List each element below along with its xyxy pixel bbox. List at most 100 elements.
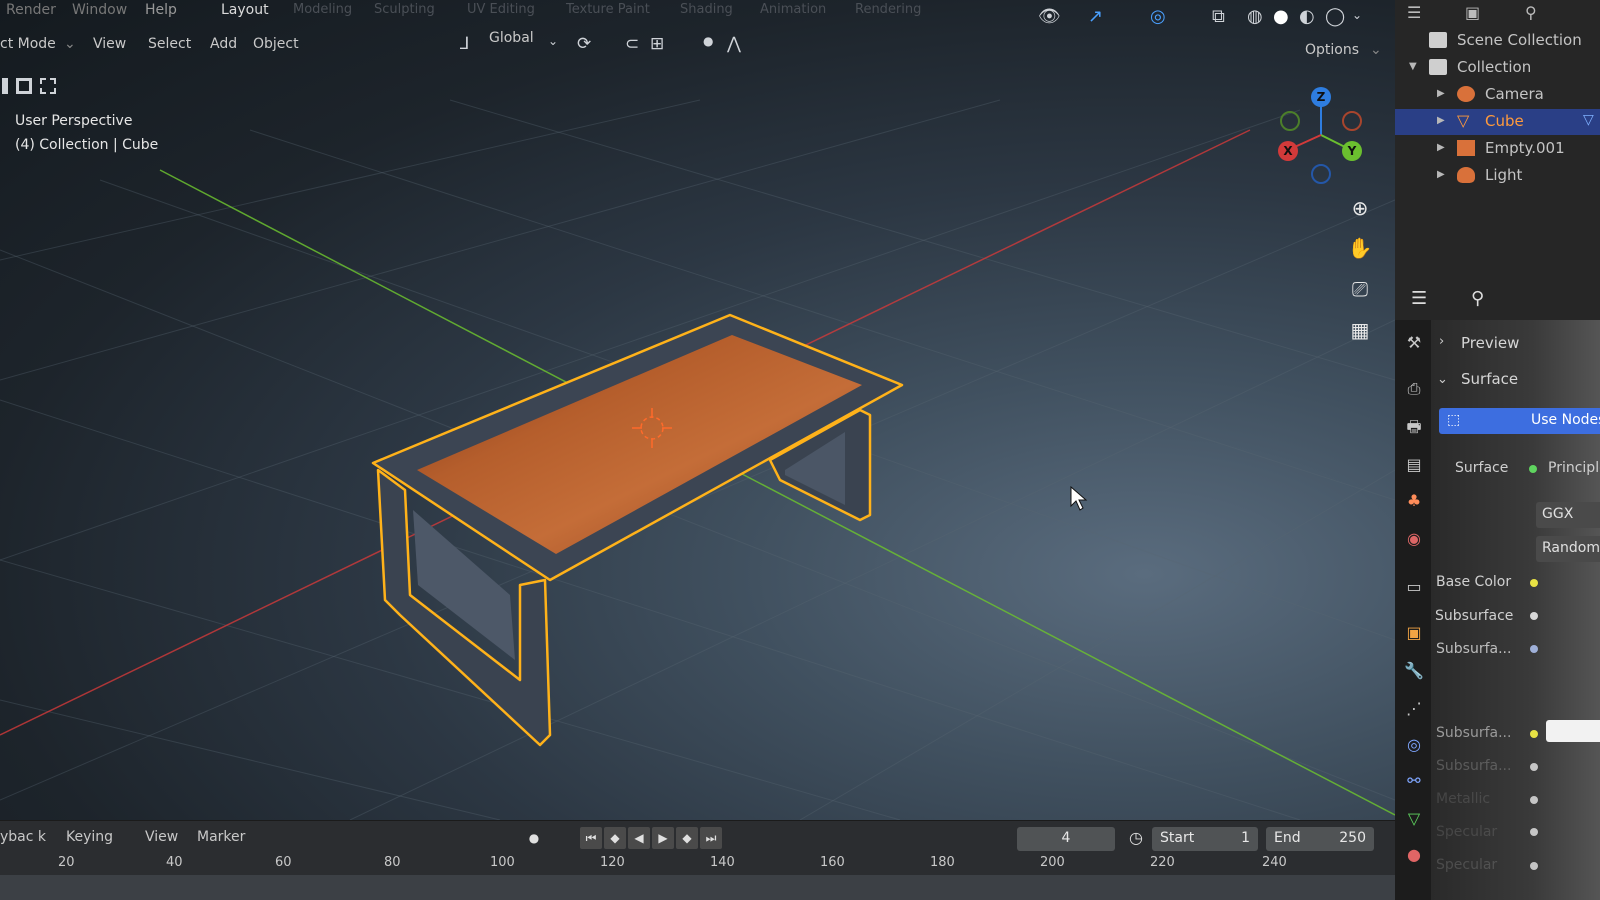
gizmo-toggle-icon[interactable]: ↗: [1088, 6, 1103, 27]
outliner-scene-collection[interactable]: Scene Collection: [1395, 28, 1600, 54]
snap-magnet-icon[interactable]: ⊂: [625, 34, 639, 54]
chevron-right-icon[interactable]: ›: [1439, 334, 1444, 349]
output-tab-icon[interactable]: 🖶: [1403, 416, 1425, 438]
expand-arrow-icon[interactable]: ▶: [1437, 142, 1445, 153]
view-layer-tab-icon[interactable]: ▤: [1403, 454, 1425, 476]
editor-type-icon[interactable]: ☰: [1407, 3, 1421, 22]
menu-object[interactable]: Object: [253, 36, 299, 52]
gizmo-z-axis[interactable]: Z: [1311, 87, 1331, 107]
start-frame-field[interactable]: Start 1: [1152, 827, 1258, 851]
prev-keyframe-icon[interactable]: ◆: [604, 827, 626, 849]
next-keyframe-icon[interactable]: ◆: [676, 827, 698, 849]
tab-texture-paint[interactable]: Texture Paint: [566, 2, 650, 17]
camera-view-icon[interactable]: ⎚: [1345, 274, 1375, 304]
tab-shading[interactable]: Shading: [680, 2, 733, 17]
overlay-toggle-icon[interactable]: ◎: [1150, 6, 1166, 27]
select-mode-buttons[interactable]: [2, 76, 62, 98]
tool-tab-icon[interactable]: ⚒: [1403, 332, 1425, 354]
pan-hand-icon[interactable]: ✋: [1345, 233, 1375, 263]
falloff-icon[interactable]: ⋀: [727, 34, 741, 54]
vertex-select-icon[interactable]: [2, 78, 8, 94]
gizmo-neg-z[interactable]: [1311, 164, 1331, 184]
menu-help[interactable]: Help: [145, 2, 177, 18]
wireframe-shading-icon[interactable]: ◍: [1247, 6, 1263, 27]
current-frame-field[interactable]: 4: [1017, 827, 1115, 851]
expand-arrow-icon[interactable]: ▶: [1437, 115, 1445, 126]
pivot-point-icon[interactable]: ⟳: [577, 34, 591, 54]
expand-arrow-icon[interactable]: ▼: [1409, 61, 1417, 72]
search-icon[interactable]: ⚲: [1471, 288, 1484, 309]
rendered-shading-icon[interactable]: ◯: [1325, 6, 1345, 27]
object-tab-icon[interactable]: ▣: [1403, 622, 1425, 644]
outliner-item-empty[interactable]: ▶ Empty.001: [1395, 136, 1600, 162]
proportional-edit-icon[interactable]: ●: [703, 34, 713, 48]
tab-sculpting[interactable]: Sculpting: [374, 2, 435, 17]
outliner-item-light[interactable]: ▶ Light: [1395, 163, 1600, 189]
jump-start-icon[interactable]: ⏮: [580, 827, 602, 849]
snap-increment-icon[interactable]: ⊞: [650, 34, 664, 54]
material-shading-icon[interactable]: ◐: [1299, 6, 1315, 27]
surface-shader-value[interactable]: Principled BSDF: [1548, 460, 1600, 476]
end-frame-field[interactable]: End 250: [1266, 827, 1374, 851]
orientation-dropdown[interactable]: Global: [489, 30, 534, 46]
distribution-dropdown[interactable]: GGX: [1536, 502, 1600, 528]
gizmo-x-axis[interactable]: X: [1278, 141, 1298, 161]
preview-section[interactable]: Preview: [1461, 334, 1519, 352]
mode-dropdown[interactable]: ct Mode: [0, 36, 56, 52]
visibility-eye-icon[interactable]: 👁: [1038, 6, 1061, 27]
jump-end-icon[interactable]: ⏭: [700, 827, 722, 849]
play-reverse-icon[interactable]: ◀: [628, 827, 650, 849]
editor-type-icon[interactable]: ☰: [1411, 288, 1427, 309]
menu-view[interactable]: View: [93, 36, 126, 52]
chevron-down-icon[interactable]: ⌄: [1437, 372, 1448, 387]
gizmo-neg-y[interactable]: [1280, 111, 1300, 131]
use-nodes-button[interactable]: ⬚ Use Nodes: [1439, 408, 1600, 434]
collection-tab-icon[interactable]: ▭: [1403, 576, 1425, 598]
scene-canvas[interactable]: [0, 0, 1395, 820]
gizmo-y-axis[interactable]: Y: [1342, 141, 1362, 161]
menu-window[interactable]: Window: [72, 2, 127, 18]
expand-arrow-icon[interactable]: ▶: [1437, 169, 1445, 180]
gizmo-neg-x[interactable]: [1342, 111, 1362, 131]
menu-keying[interactable]: Keying: [66, 829, 113, 845]
menu-playback[interactable]: ybac k: [0, 829, 46, 845]
menu-view[interactable]: View: [145, 829, 178, 845]
menu-render[interactable]: Render: [6, 2, 56, 18]
subsurface-method-dropdown[interactable]: Random Walk: [1536, 536, 1600, 562]
tab-uv-editing[interactable]: UV Editing: [467, 2, 535, 17]
record-icon[interactable]: ●: [523, 827, 545, 849]
xray-toggle-icon[interactable]: ⧉: [1212, 6, 1225, 27]
subsurface-color-swatch[interactable]: [1546, 720, 1600, 742]
modifier-tab-icon[interactable]: 🔧: [1403, 660, 1425, 682]
scene-tab-icon[interactable]: ♣: [1403, 490, 1425, 512]
zoom-icon[interactable]: ⊕: [1345, 193, 1375, 223]
search-icon[interactable]: ⚲: [1525, 3, 1537, 22]
data-tab-icon[interactable]: ▽: [1403, 808, 1425, 830]
tab-modeling[interactable]: Modeling: [293, 2, 352, 17]
timeline-ruler[interactable]: [0, 875, 1395, 900]
menu-add[interactable]: Add: [210, 36, 237, 52]
menu-marker[interactable]: Marker: [197, 829, 245, 845]
physics-tab-icon[interactable]: ◎: [1403, 734, 1425, 756]
menu-select[interactable]: Select: [148, 36, 191, 52]
ortho-grid-icon[interactable]: ▦: [1345, 315, 1375, 345]
outliner-item-cube[interactable]: ▶ ▽ Cube ▽: [1395, 109, 1600, 135]
navigation-gizmo[interactable]: Z Y X: [1268, 85, 1362, 190]
particles-tab-icon[interactable]: ⋰: [1403, 698, 1425, 720]
tab-rendering[interactable]: Rendering: [855, 2, 921, 17]
material-tab-icon[interactable]: ●: [1403, 844, 1425, 866]
3d-viewport[interactable]: User Perspective (4) Collection | Cube Z…: [0, 0, 1395, 820]
solid-shading-icon[interactable]: ●: [1273, 6, 1289, 27]
display-mode-icon[interactable]: ▣: [1465, 3, 1480, 22]
tab-animation[interactable]: Animation: [760, 2, 826, 17]
play-icon[interactable]: ▶: [652, 827, 674, 849]
chevron-down-icon[interactable]: ⌄: [1352, 8, 1362, 22]
expand-arrow-icon[interactable]: ▶: [1437, 88, 1445, 99]
options-dropdown[interactable]: Options: [1305, 42, 1359, 58]
edge-select-icon[interactable]: [16, 78, 32, 94]
auto-keying-clock-icon[interactable]: ◷: [1125, 827, 1147, 849]
outliner-collection[interactable]: ▼ Collection: [1395, 55, 1600, 81]
outliner-item-camera[interactable]: ▶ Camera: [1395, 82, 1600, 108]
face-select-icon[interactable]: [40, 78, 56, 94]
tab-layout[interactable]: Layout: [221, 2, 269, 18]
